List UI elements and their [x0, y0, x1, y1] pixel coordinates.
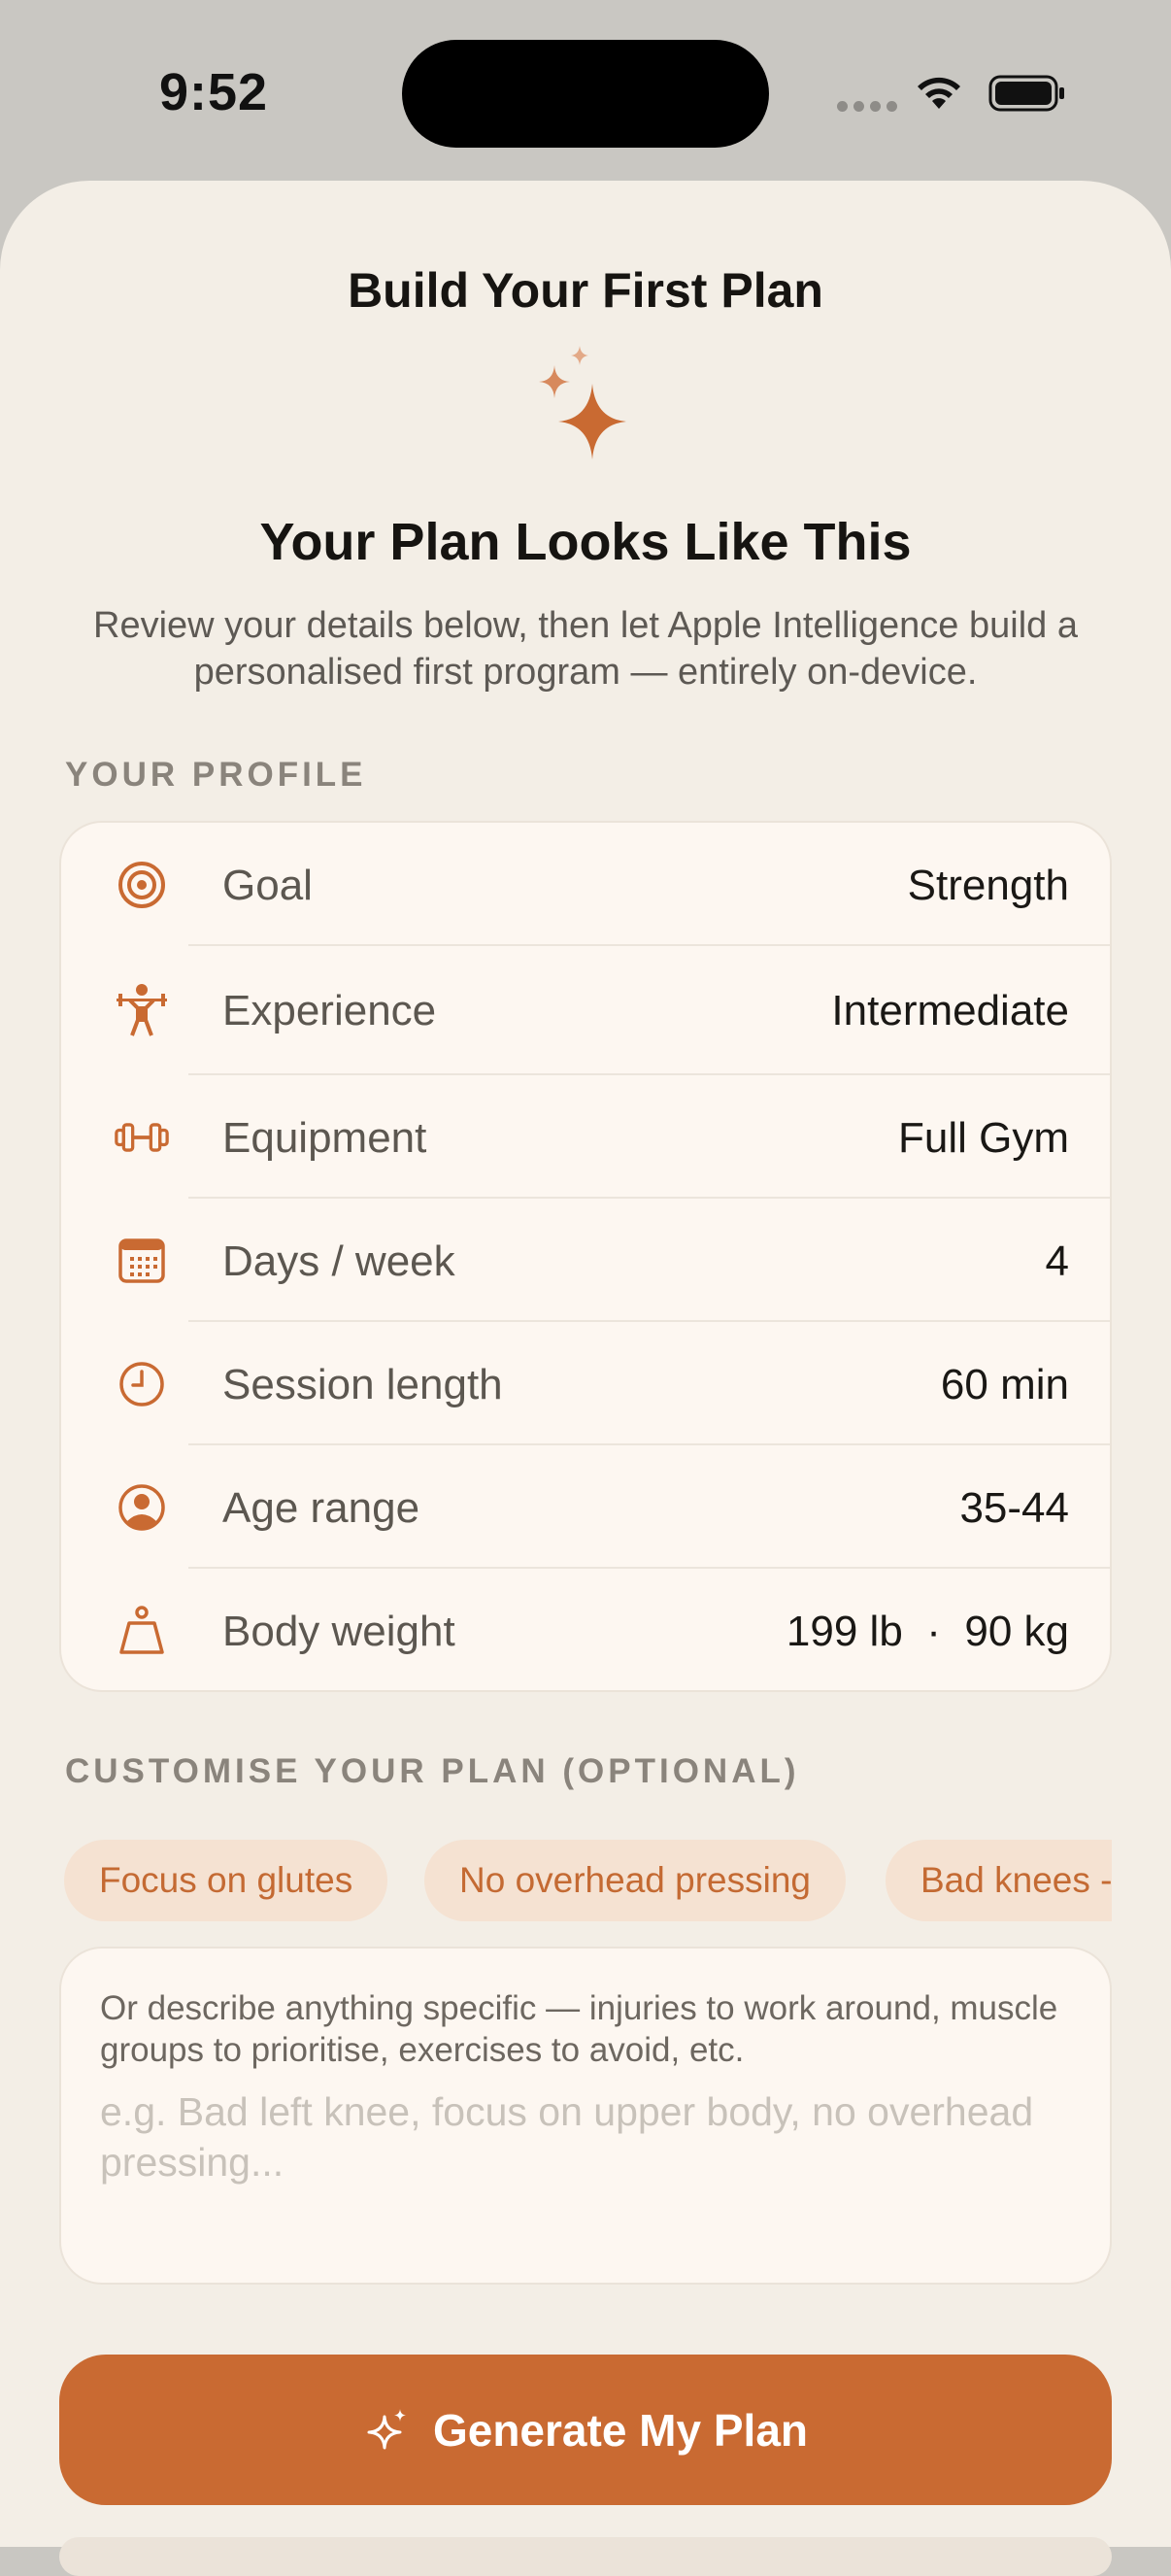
dynamic-island — [402, 40, 769, 148]
customise-section-header: CUSTOMISE YOUR PLAN (OPTIONAL) — [65, 1752, 800, 1790]
status-time: 9:52 — [158, 63, 269, 121]
profile-row-label: Body weight — [222, 1608, 455, 1655]
profile-row-goal: Goal Strength — [61, 823, 1110, 946]
weightlifter-icon — [115, 983, 169, 1037]
chip-focus-on-glutes[interactable]: Focus on glutes — [64, 1840, 388, 1921]
scale-weight-icon — [115, 1604, 169, 1658]
status-bar: 9:52 — [0, 0, 1171, 185]
battery-icon — [988, 75, 1064, 112]
dumbbell-icon — [115, 1110, 169, 1165]
profile-row-value: 199 lb · 90 kg — [786, 1608, 1069, 1655]
notes-input[interactable] — [100, 2086, 1071, 2232]
profile-row-age-range: Age range 35-44 — [61, 1445, 1110, 1569]
profile-row-value: 60 min — [940, 1361, 1069, 1408]
cellular-signal-icon — [837, 101, 897, 112]
hero-title: Your Plan Looks Like This — [259, 513, 912, 571]
profile-row-body-weight: Body weight 199 lb · 90 kg — [61, 1569, 1110, 1690]
profile-row-label: Age range — [222, 1484, 420, 1532]
generate-plan-button[interactable]: Generate My Plan — [59, 2355, 1112, 2505]
target-icon — [115, 858, 169, 912]
secondary-button-peek — [59, 2537, 1112, 2576]
profile-row-value: Intermediate — [831, 987, 1069, 1034]
profile-row-label: Equipment — [222, 1114, 427, 1162]
sparkles-icon — [367, 2408, 406, 2449]
profile-row-value: 4 — [1045, 1237, 1069, 1285]
profile-section-header: YOUR PROFILE — [65, 756, 367, 794]
clock-icon — [115, 1357, 169, 1411]
notes-card: Or describe anything specific — injuries… — [59, 1947, 1112, 2285]
profile-row-label: Experience — [222, 987, 437, 1034]
sparkles-icon — [539, 346, 626, 459]
profile-row-value: 35-44 — [959, 1484, 1069, 1532]
notes-hint: Or describe anything specific — injuries… — [100, 1989, 1058, 2069]
calendar-icon — [115, 1234, 169, 1288]
nav-title: Build Your First Plan — [348, 263, 823, 318]
profile-row-session-length: Session length 60 min — [61, 1322, 1110, 1445]
generate-plan-label: Generate My Plan — [432, 2404, 809, 2456]
profile-row-equipment: Equipment Full Gym — [61, 1075, 1110, 1199]
profile-row-value: Strength — [907, 862, 1069, 909]
profile-row-label: Days / week — [222, 1237, 455, 1285]
profile-row-value: Full Gym — [898, 1114, 1069, 1162]
hero-subtitle: Review your details below, then let Appl… — [93, 605, 1078, 693]
person-circle-icon — [115, 1480, 169, 1535]
profile-row-experience: Experience Intermediate — [61, 946, 1110, 1075]
wifi-icon — [918, 77, 960, 109]
profile-row-days-per-week: Days / week 4 — [61, 1199, 1110, 1322]
suggestion-chips: Focus on glutes No overhead pressing Bad… — [64, 1840, 1112, 1923]
profile-row-label: Goal — [222, 862, 313, 909]
profile-card: Goal Strength Experience Intermediate Eq… — [59, 821, 1112, 1692]
profile-row-label: Session length — [222, 1361, 503, 1408]
chip-bad-knees[interactable]: Bad knees - low impact — [886, 1840, 1112, 1921]
chip-no-overhead-pressing[interactable]: No overhead pressing — [424, 1840, 846, 1921]
